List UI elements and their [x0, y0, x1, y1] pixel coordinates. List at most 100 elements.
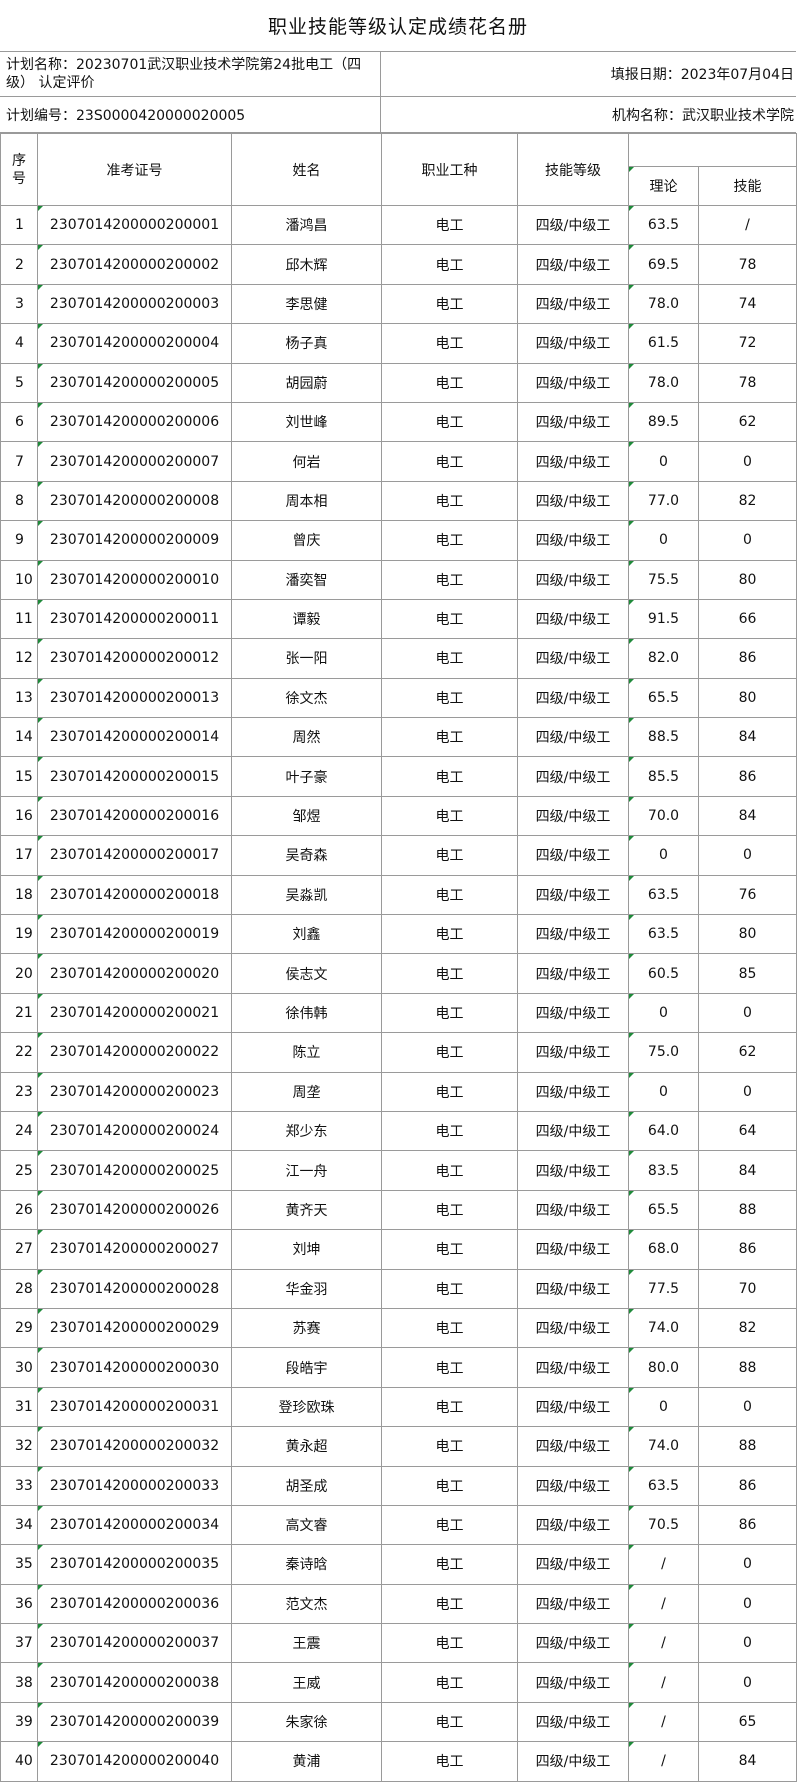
- cell-level: 四级/中级工: [517, 795, 629, 837]
- cell-occupation: 电工: [381, 441, 518, 482]
- cell-seq: 30: [0, 1347, 38, 1388]
- cell-skill: 82: [698, 1307, 797, 1349]
- cell-theory: 77.5: [628, 1268, 699, 1309]
- cell-occupation: 电工: [381, 1662, 518, 1703]
- cell-skill: 0: [698, 1386, 797, 1428]
- cell-theory: 88.5: [628, 717, 699, 758]
- table-row: 19 2307014200000200019 刘鑫 电工 四级/中级工 63.5 80: [0, 914, 797, 955]
- cell-theory: 91.5: [628, 598, 699, 640]
- cell-seq: 21: [0, 992, 38, 1034]
- table-row: 30 2307014200000200030 段皓宇 电工 四级/中级工 80.0 88: [0, 1347, 797, 1388]
- cell-seq: 5: [0, 362, 38, 403]
- table-row: 32 2307014200000200032 黄永超 电工 四级/中级工 74.0 88: [0, 1426, 797, 1467]
- cell-name: 周本相: [231, 480, 382, 522]
- cell-name: 周然: [231, 717, 382, 758]
- cell-level: 四级/中级工: [517, 1347, 629, 1388]
- cell-skill: 62: [698, 401, 797, 443]
- table-row: 20 2307014200000200020 侯志文 电工 四级/中级工 60.5 85: [0, 953, 797, 994]
- score-table: 序号 准考证号 姓名 职业工种 技能等级 理论 技能 1 230701420000…: [0, 133, 797, 1782]
- cell-name: 黄永超: [231, 1426, 382, 1467]
- header-level: 技能等级: [517, 133, 629, 206]
- cell-skill: 80: [698, 559, 797, 600]
- table-row: 10 2307014200000200010 潘奕智 电工 四级/中级工 75.5 80: [0, 559, 797, 600]
- cell-skill: 85: [698, 953, 797, 994]
- cell-theory: /: [628, 1701, 699, 1743]
- cell-theory: 78.0: [628, 362, 699, 403]
- table-row: 9 2307014200000200009 曾庆 电工 四级/中级工 0 0: [0, 520, 797, 561]
- cell-name: 高文睿: [231, 1504, 382, 1546]
- cell-level: 四级/中级工: [517, 1268, 629, 1309]
- cell-seq: 36: [0, 1583, 38, 1625]
- cell-occupation: 电工: [381, 1071, 518, 1112]
- table-row: 21 2307014200000200021 徐伟韩 电工 四级/中级工 0 0: [0, 992, 797, 1034]
- cell-skill: 88: [698, 1189, 797, 1231]
- table-row: 25 2307014200000200025 江一舟 电工 四级/中级工 83.5 84: [0, 1150, 797, 1191]
- cell-skill: 62: [698, 1032, 797, 1073]
- cell-level: 四级/中级工: [517, 1189, 629, 1231]
- cell-exam-no: 2307014200000200025: [37, 1150, 232, 1191]
- cell-skill: 76: [698, 874, 797, 916]
- cell-level: 四级/中级工: [517, 1741, 629, 1782]
- cell-skill: 86: [698, 1229, 797, 1270]
- cell-theory: 75.5: [628, 559, 699, 600]
- sheet-title: 职业技能等级认定成绩花名册: [0, 0, 796, 52]
- table-row: 4 2307014200000200004 杨子真 电工 四级/中级工 61.5 72: [0, 323, 797, 364]
- table-row: 15 2307014200000200015 叶子豪 电工 四级/中级工 85.5 86: [0, 756, 797, 797]
- cell-skill: 0: [698, 520, 797, 561]
- cell-level: 四级/中级工: [517, 677, 629, 719]
- cell-name: 刘世峰: [231, 401, 382, 443]
- cell-level: 四级/中级工: [517, 1583, 629, 1625]
- cell-occupation: 电工: [381, 1583, 518, 1625]
- cell-exam-no: 2307014200000200014: [37, 717, 232, 758]
- cell-name: 潘鸿昌: [231, 204, 382, 246]
- cell-seq: 23: [0, 1071, 38, 1112]
- cell-occupation: 电工: [381, 677, 518, 719]
- cell-level: 四级/中级工: [517, 1150, 629, 1191]
- cell-exam-no: 2307014200000200032: [37, 1426, 232, 1467]
- cell-seq: 17: [0, 835, 38, 876]
- cell-seq: 20: [0, 953, 38, 994]
- cell-occupation: 电工: [381, 598, 518, 640]
- cell-seq: 22: [0, 1032, 38, 1073]
- cell-theory: 0: [628, 441, 699, 482]
- cell-exam-no: 2307014200000200006: [37, 401, 232, 443]
- cell-exam-no: 2307014200000200016: [37, 795, 232, 837]
- cell-name: 叶子豪: [231, 756, 382, 797]
- cell-theory: 0: [628, 520, 699, 561]
- table-row: 3 2307014200000200003 李思健 电工 四级/中级工 78.0 74: [0, 283, 797, 325]
- cell-occupation: 电工: [381, 1150, 518, 1191]
- cell-occupation: 电工: [381, 323, 518, 364]
- cell-level: 四级/中级工: [517, 1307, 629, 1349]
- cell-theory: 70.5: [628, 1504, 699, 1546]
- cell-name: 刘鑫: [231, 914, 382, 955]
- cell-name: 徐伟韩: [231, 992, 382, 1034]
- cell-occupation: 电工: [381, 480, 518, 522]
- cell-level: 四级/中级工: [517, 953, 629, 994]
- cell-level: 四级/中级工: [517, 283, 629, 325]
- cell-exam-no: 2307014200000200030: [37, 1347, 232, 1388]
- table-row: 23 2307014200000200023 周垄 电工 四级/中级工 0 0: [0, 1071, 797, 1112]
- cell-name: 曾庆: [231, 520, 382, 561]
- cell-occupation: 电工: [381, 1032, 518, 1073]
- cell-occupation: 电工: [381, 795, 518, 837]
- cell-occupation: 电工: [381, 756, 518, 797]
- cell-level: 四级/中级工: [517, 1032, 629, 1073]
- cell-seq: 32: [0, 1426, 38, 1467]
- cell-skill: 0: [698, 1662, 797, 1703]
- cell-theory: 74.0: [628, 1307, 699, 1349]
- cell-seq: 29: [0, 1307, 38, 1349]
- cell-seq: 11: [0, 598, 38, 640]
- cell-occupation: 电工: [381, 914, 518, 955]
- cell-theory: 63.5: [628, 874, 699, 916]
- cell-name: 陈立: [231, 1032, 382, 1073]
- cell-name: 吴奇森: [231, 835, 382, 876]
- cell-exam-no: 2307014200000200024: [37, 1110, 232, 1152]
- table-row: 13 2307014200000200013 徐文杰 电工 四级/中级工 65.5 80: [0, 677, 797, 719]
- cell-skill: 80: [698, 677, 797, 719]
- cell-skill: 86: [698, 638, 797, 679]
- header-row: 序号 准考证号 姓名 职业工种 技能等级: [0, 133, 797, 206]
- cell-occupation: 电工: [381, 1307, 518, 1349]
- cell-theory: 0: [628, 835, 699, 876]
- cell-name: 胡圣成: [231, 1465, 382, 1506]
- cell-name: 范文杰: [231, 1583, 382, 1625]
